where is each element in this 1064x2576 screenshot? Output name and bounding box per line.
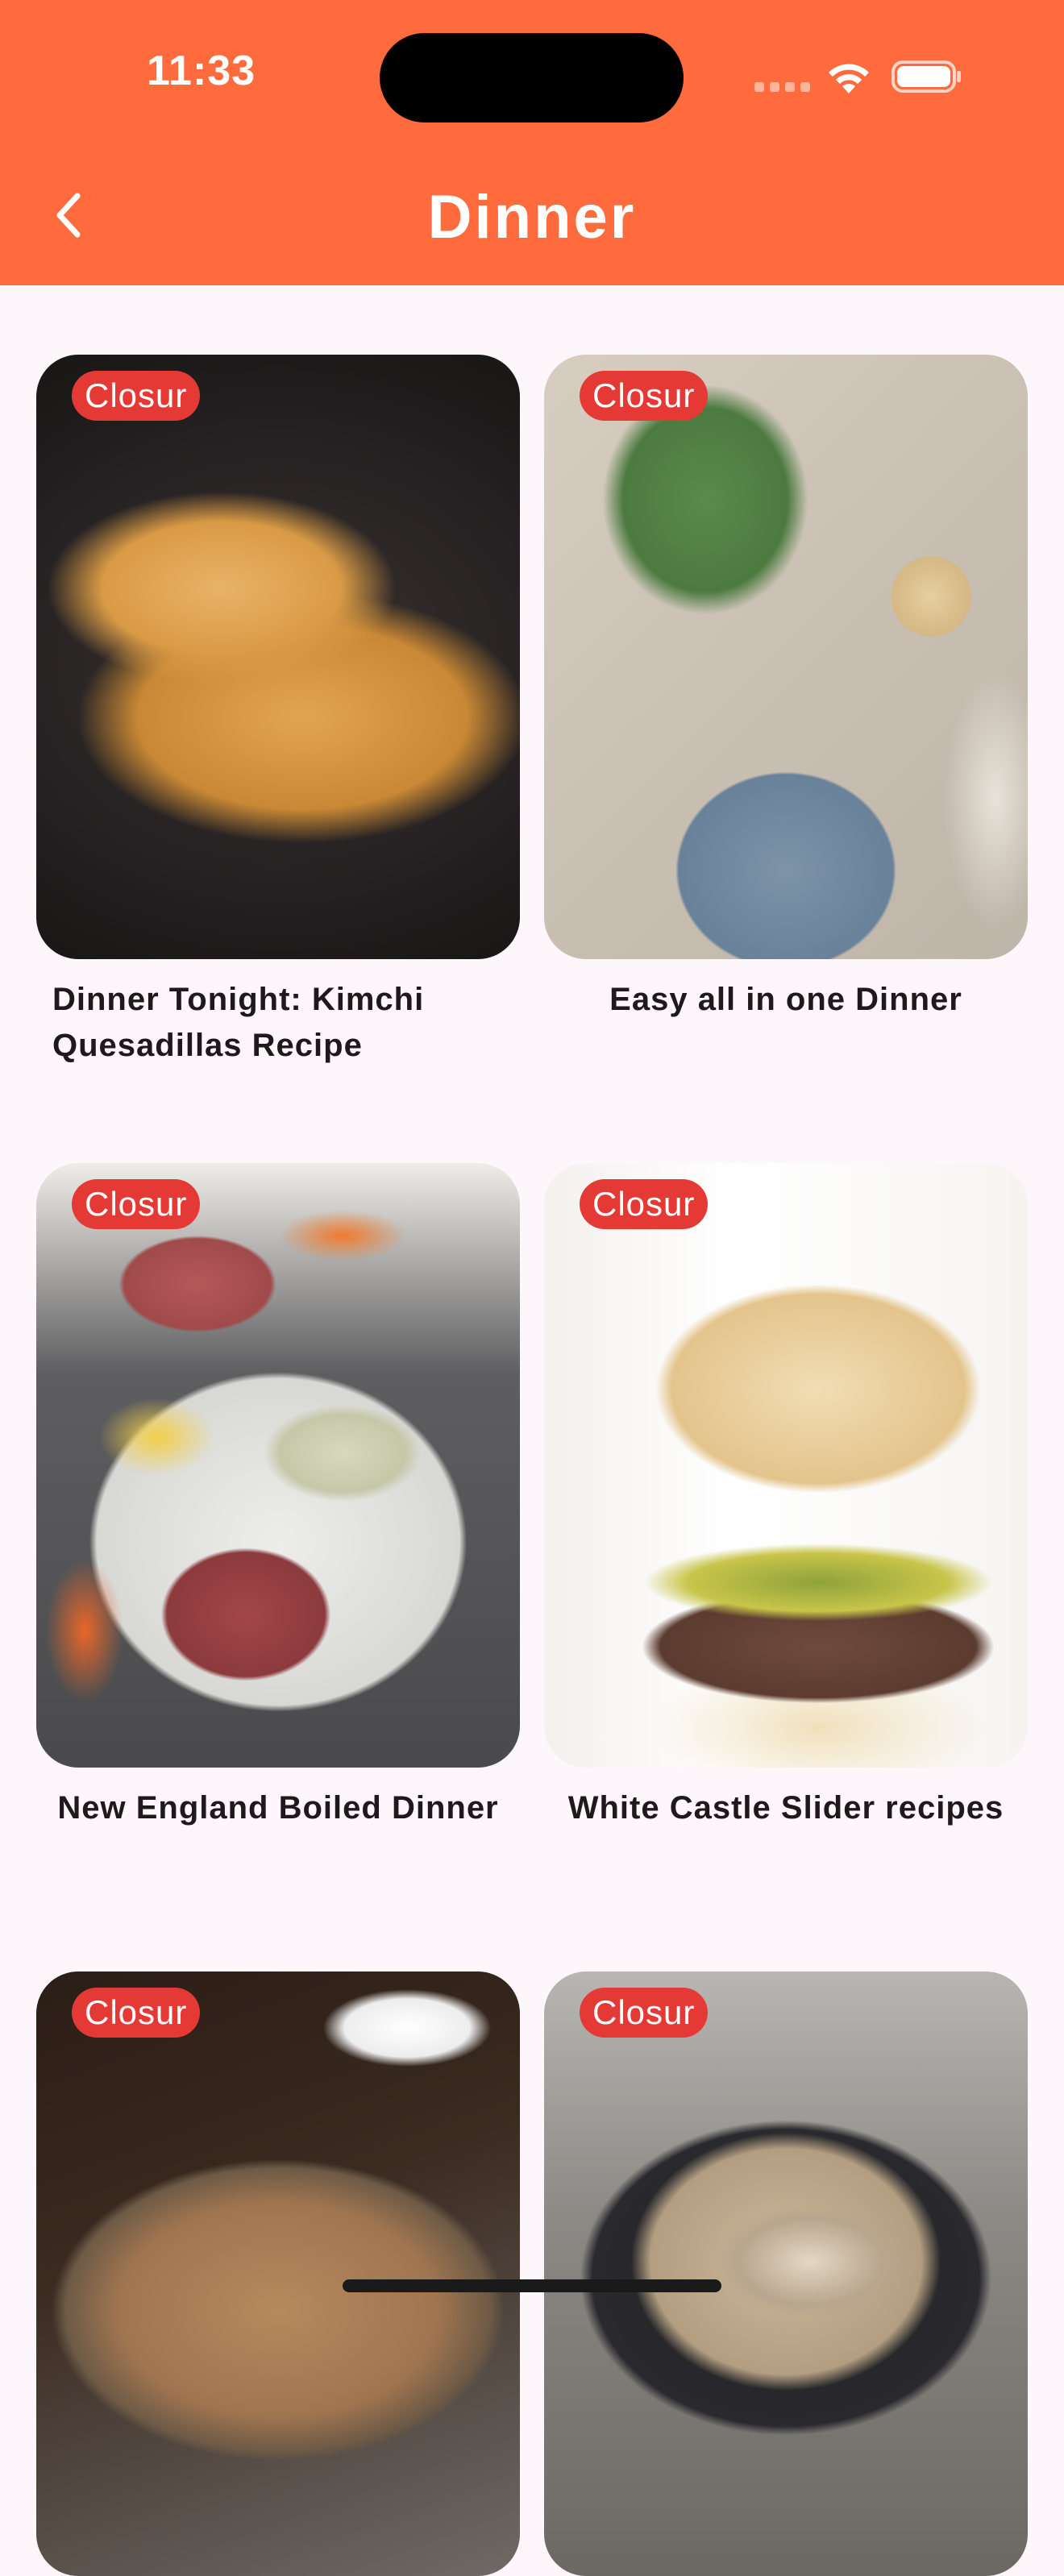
recipe-grid: Closur Dinner Tonight: Kimchi Quesadilla…: [0, 0, 1064, 2576]
recipe-badge: Closur: [580, 1988, 709, 2038]
recipe-badge: Closur: [72, 1988, 201, 2038]
recipe-badge: Closur: [72, 371, 201, 421]
recipe-badge: Closur: [580, 371, 709, 421]
recipe-card[interactable]: Closur Dinner Tonight: Kimchi Quesadilla…: [36, 355, 520, 1063]
recipe-badge: Closur: [72, 1179, 201, 1229]
recipe-card[interactable]: Closur New England Boiled Dinner: [36, 1163, 520, 1826]
recipe-image[interactable]: Closur: [544, 355, 1028, 959]
recipe-badge: Closur: [580, 1179, 709, 1229]
recipe-image[interactable]: Closur: [544, 1971, 1028, 2576]
recipe-card[interactable]: Closur White Castle Slider recipes: [544, 1163, 1028, 1826]
recipe-image[interactable]: Closur: [36, 1163, 520, 1768]
recipe-card[interactable]: Closur: [544, 1971, 1028, 2576]
recipe-title: Easy all in one Dinner: [609, 982, 962, 1017]
recipe-title: White Castle Slider recipes: [567, 1790, 1004, 1826]
recipe-title: Dinner Tonight: Kimchi Quesadillas Recip…: [52, 982, 425, 1063]
recipe-card[interactable]: Closur: [36, 1971, 520, 2576]
recipe-card[interactable]: Closur Easy all in one Dinner: [544, 355, 1028, 1017]
recipe-image[interactable]: Closur: [36, 1971, 520, 2576]
recipe-image[interactable]: Closur: [544, 1163, 1028, 1768]
recipe-title: New England Boiled Dinner: [57, 1790, 499, 1826]
home-indicator[interactable]: [343, 2279, 721, 2292]
recipe-image[interactable]: Closur: [36, 355, 520, 959]
